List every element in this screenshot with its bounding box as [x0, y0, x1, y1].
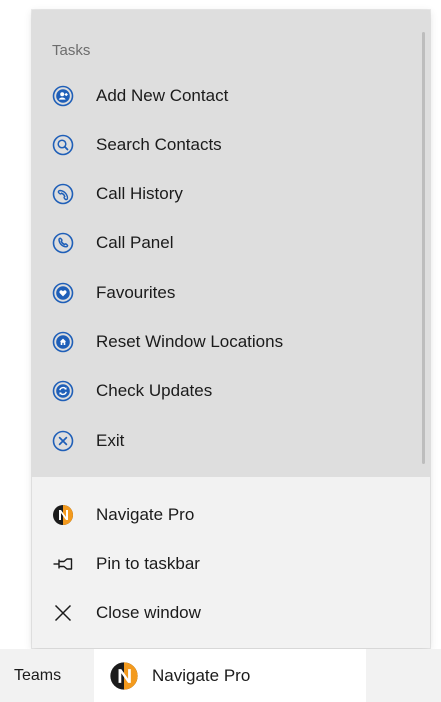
task-label: Search Contacts — [96, 135, 222, 154]
refresh-icon — [52, 380, 74, 402]
task-label: Reset Window Locations — [96, 332, 284, 351]
bottom-item-label: Close window — [96, 603, 201, 622]
task-add-new-contact[interactable]: Add New Contact — [32, 74, 424, 118]
task-label: Favourites — [96, 283, 176, 302]
close-circle-icon — [52, 430, 74, 452]
task-label: Check Updates — [96, 381, 213, 400]
task-check-updates[interactable]: Check Updates — [32, 369, 424, 413]
home-icon — [52, 331, 74, 353]
phone-icon — [52, 232, 74, 254]
close-icon — [52, 602, 74, 624]
pin-to-taskbar-item[interactable]: Pin to taskbar — [32, 540, 430, 588]
jump-list-menu: Tasks Add New Contact Search Contacts Ca… — [32, 10, 430, 648]
taskbar-button-navigate-pro[interactable]: Navigate Pro — [94, 649, 366, 702]
open-navigate-pro-item[interactable]: Navigate Pro — [32, 491, 430, 539]
call-history-icon — [52, 183, 74, 205]
navigate-pro-logo-icon — [109, 661, 139, 691]
add-contact-icon — [52, 85, 74, 107]
task-call-history[interactable]: Call History — [32, 172, 424, 216]
bottom-item-label: Navigate Pro — [96, 505, 195, 524]
heart-icon — [52, 282, 74, 304]
pin-icon — [52, 553, 74, 575]
search-icon — [52, 134, 74, 156]
task-exit[interactable]: Exit — [32, 419, 424, 463]
task-reset-window-locations[interactable]: Reset Window Locations — [32, 320, 424, 364]
task-label: Add New Contact — [96, 86, 229, 105]
task-call-panel[interactable]: Call Panel — [32, 221, 424, 265]
close-window-item[interactable]: Close window — [32, 589, 430, 637]
taskbar-button-teams[interactable]: Teams — [0, 649, 92, 702]
window-actions-section: Navigate Pro Pin to taskbar Close window — [32, 477, 430, 648]
task-label: Call History — [96, 184, 183, 203]
section-title-tasks: Tasks — [52, 42, 91, 59]
task-label: Exit — [96, 431, 125, 450]
taskbar-app-label: Navigate Pro — [152, 666, 251, 685]
navigate-pro-logo-icon — [52, 504, 74, 526]
bottom-item-label: Pin to taskbar — [96, 554, 200, 573]
task-search-contacts[interactable]: Search Contacts — [32, 123, 424, 167]
tasks-section: Tasks Add New Contact Search Contacts Ca… — [32, 10, 430, 477]
taskbar: Teams Navigate Pro — [0, 649, 441, 702]
taskbar-teams-label: Teams — [14, 667, 62, 684]
scrollbar[interactable] — [422, 32, 425, 464]
task-favourites[interactable]: Favourites — [32, 271, 424, 315]
taskbar-empty-area — [366, 649, 441, 702]
task-label: Call Panel — [96, 233, 174, 252]
